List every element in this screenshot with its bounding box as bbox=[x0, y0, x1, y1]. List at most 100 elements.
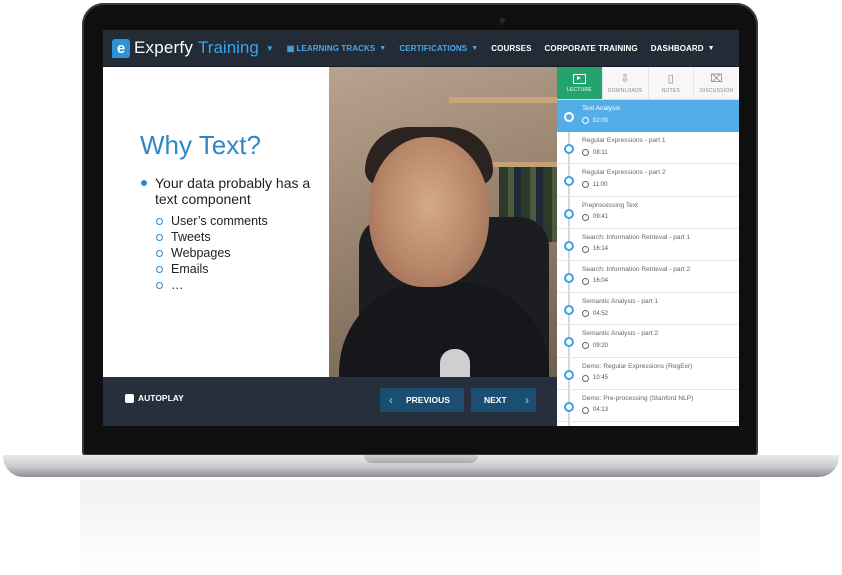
tab-notes[interactable]: ▯ NOTES bbox=[647, 67, 694, 99]
lesson-item[interactable]: Search: Information Retrieval - part 1 1… bbox=[557, 229, 739, 261]
lesson-item[interactable]: Demo: Pre-processing (Stanford NLP) 04:1… bbox=[557, 390, 739, 422]
timeline-node-icon bbox=[564, 144, 574, 155]
download-icon: ⇩ bbox=[620, 72, 630, 85]
lesson-duration: 09:20 bbox=[582, 342, 739, 350]
lesson-item[interactable]: Text Analysis 02:00 bbox=[557, 100, 739, 133]
duration-text: 09:41 bbox=[593, 214, 609, 221]
duration-text: 16:14 bbox=[593, 246, 609, 253]
slide-bullet-text: Your data probably has a text component bbox=[155, 175, 311, 207]
slide-sub-item: Webpages bbox=[156, 245, 268, 261]
tab-discussion[interactable]: ⌧ DISCUSSION bbox=[693, 67, 739, 99]
lesson-title: Regular Expressions - part 2 bbox=[582, 169, 666, 177]
lesson-title: Semantic Analysis - part 1 bbox=[582, 298, 659, 306]
tab-downloads[interactable]: ⇩ DOWNLOADS bbox=[601, 67, 648, 99]
clock-icon bbox=[582, 374, 589, 382]
lesson-duration: 04:13 bbox=[582, 406, 739, 414]
previous-button[interactable]: ‹ PREVIOUS bbox=[380, 388, 464, 412]
lesson-item[interactable]: Preprocessing Text 09:41 bbox=[557, 197, 739, 229]
timeline-node-icon bbox=[564, 369, 574, 380]
duration-text: 09:20 bbox=[593, 342, 609, 349]
nav-label: LEARNING TRACKS bbox=[296, 43, 376, 53]
tab-lecture[interactable]: LECTURE bbox=[557, 67, 602, 99]
clock-icon bbox=[582, 310, 589, 318]
slide-sub-item: Tweets bbox=[156, 229, 268, 245]
duration-text: 02:00 bbox=[593, 117, 609, 124]
chevron-down-icon: ▼ bbox=[471, 44, 479, 52]
lesson-duration: 16:04 bbox=[582, 277, 739, 285]
logo[interactable]: e Experfy Training ▼ bbox=[112, 38, 274, 58]
lesson-item[interactable]: Regular Expressions - part 1 08:11 bbox=[557, 132, 739, 165]
lesson-title: Text Analysis bbox=[582, 105, 621, 112]
lesson-list: Text Analysis 02:00 Regular Expressions … bbox=[557, 100, 739, 426]
discussion-icon: ⌧ bbox=[710, 72, 724, 85]
nav-label: CERTIFICATIONS bbox=[399, 43, 468, 53]
lecture-slide: Why Text? Your data probably has a text … bbox=[103, 67, 329, 377]
nav-certifications[interactable]: CERTIFICATIONS ▼ bbox=[399, 44, 478, 53]
app-window: e Experfy Training ▼ ▦ LEARNING TRACKS ▼… bbox=[103, 30, 739, 426]
autoplay-checkbox[interactable] bbox=[125, 393, 134, 403]
clock-icon bbox=[582, 342, 589, 350]
chevron-left-icon: ‹ bbox=[389, 393, 393, 407]
clock-icon bbox=[582, 245, 589, 253]
duration-text: 11:00 bbox=[593, 181, 608, 188]
grid-icon: ▦ bbox=[286, 43, 295, 53]
timeline-node-icon bbox=[564, 305, 574, 316]
video-shelf bbox=[449, 97, 557, 103]
timeline-node-icon bbox=[564, 208, 574, 219]
lesson-duration: 09:41 bbox=[582, 213, 739, 221]
clock-icon bbox=[582, 181, 589, 189]
instructor-video[interactable] bbox=[329, 67, 557, 377]
tab-label: DOWNLOADS bbox=[607, 87, 643, 94]
timeline-node-icon bbox=[564, 240, 574, 251]
player-controls: AUTOPLAY ‹ PREVIOUS NEXT › bbox=[103, 377, 557, 426]
chevron-right-icon: › bbox=[525, 393, 529, 407]
clock-icon bbox=[582, 149, 589, 157]
next-button[interactable]: NEXT › bbox=[471, 388, 536, 412]
bullet-ring-icon bbox=[156, 233, 163, 241]
top-navigation: e Experfy Training ▼ ▦ LEARNING TRACKS ▼… bbox=[103, 30, 739, 67]
nav-label: CORPORATE TRAINING bbox=[544, 43, 638, 53]
autoplay-toggle[interactable]: AUTOPLAY bbox=[125, 393, 184, 403]
sidebar-tabs: LECTURE ⇩ DOWNLOADS ▯ NOTES ⌧ DISCUSSION bbox=[557, 67, 739, 100]
lesson-item[interactable]: Regular Expressions - part 2 11:00 bbox=[557, 164, 739, 197]
slide-title: Why Text? bbox=[140, 130, 261, 160]
sub-item-text: Webpages bbox=[171, 246, 231, 260]
logo-word: Experfy bbox=[134, 38, 194, 57]
chevron-down-icon[interactable]: ▼ bbox=[266, 44, 274, 53]
duration-text: 04:13 bbox=[593, 407, 609, 414]
laptop-notch bbox=[364, 455, 478, 463]
timeline-node-icon bbox=[564, 272, 574, 283]
clock-icon bbox=[582, 406, 589, 414]
bullet-ring-icon bbox=[156, 265, 163, 273]
next-label: NEXT bbox=[484, 395, 507, 405]
microphone-icon bbox=[440, 349, 470, 377]
nav-label: COURSES bbox=[491, 43, 532, 53]
nav-dashboard[interactable]: DASHBOARD ▼ bbox=[651, 44, 715, 53]
lesson-item[interactable]: Search: Information Retrieval - part 2 1… bbox=[557, 261, 739, 294]
sub-item-text: Tweets bbox=[171, 230, 211, 244]
lesson-item[interactable]: Demo: Regular Expressions (RegExr) 10:45 bbox=[557, 358, 739, 390]
lesson-item[interactable]: Semantic Analysis - part 1 04:52 bbox=[557, 293, 739, 326]
nav-courses[interactable]: COURSES bbox=[491, 44, 531, 53]
lesson-title: Regular Expressions - part 1 bbox=[582, 137, 666, 145]
nav-learning-tracks[interactable]: ▦ LEARNING TRACKS ▼ bbox=[287, 44, 387, 53]
webcam-icon bbox=[498, 16, 507, 25]
lesson-title: Demo: Regular Expressions (RegExr) bbox=[582, 362, 693, 370]
slide-bullet: Your data probably has a text component bbox=[141, 175, 326, 207]
lesson-item[interactable]: Semantic Analysis - part 2 09:20 bbox=[557, 325, 739, 358]
bullet-dot-icon bbox=[141, 180, 147, 186]
nav-label: DASHBOARD bbox=[650, 43, 704, 53]
sub-item-text: Emails bbox=[171, 262, 209, 276]
sub-item-text: … bbox=[171, 278, 184, 292]
clock-icon bbox=[582, 117, 589, 124]
duration-text: 04:52 bbox=[593, 310, 609, 317]
nav-corporate-training[interactable]: CORPORATE TRAINING bbox=[545, 44, 638, 53]
reflection bbox=[80, 480, 760, 575]
duration-text: 16:04 bbox=[593, 278, 609, 285]
lesson-title: Preprocessing Text bbox=[582, 201, 638, 209]
chevron-down-icon: ▼ bbox=[379, 44, 387, 52]
tab-label: LECTURE bbox=[567, 86, 592, 93]
lesson-duration: 16:14 bbox=[582, 245, 739, 253]
logo-icon: e bbox=[112, 38, 130, 58]
notes-icon: ▯ bbox=[667, 72, 674, 85]
